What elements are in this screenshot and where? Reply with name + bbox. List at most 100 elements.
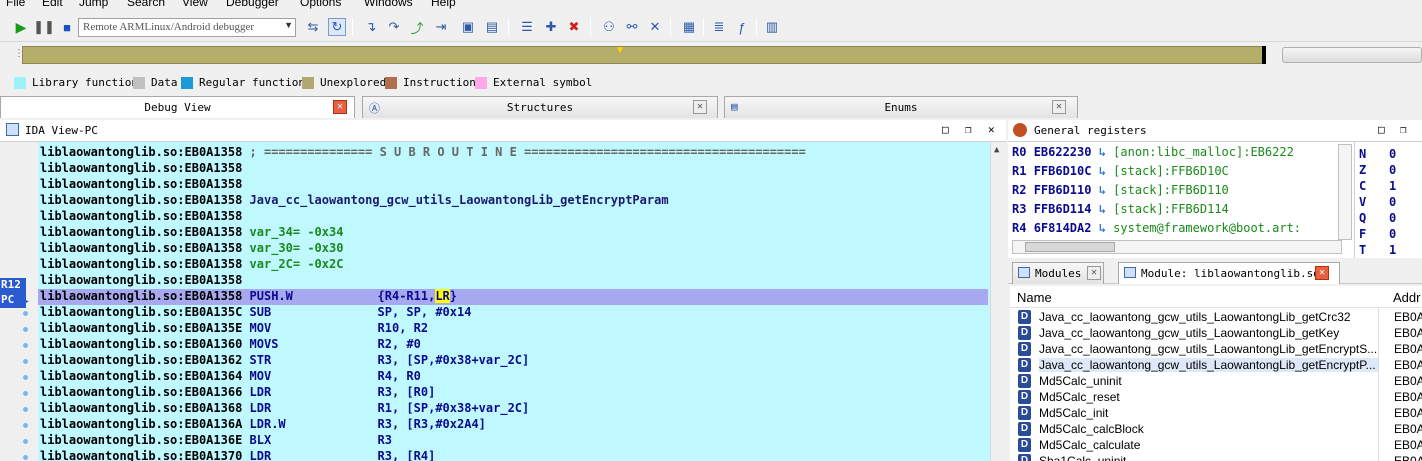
navigation-bar[interactable]: ▼: [22, 45, 1266, 64]
module-icon[interactable]: ▦: [680, 18, 698, 36]
chevron-up-icon[interactable]: ▲: [994, 145, 999, 155]
tracing-icon[interactable]: ⚇: [600, 18, 618, 36]
code-line[interactable]: liblaowantonglib.so:EB0A1358: [40, 209, 242, 225]
list-item[interactable]: D Java_cc_laowantong_gcw_utils_Laowantong…: [1010, 341, 1422, 357]
breakpoint-dot[interactable]: [23, 311, 28, 316]
current-instruction-line[interactable]: liblaowantonglib.so:EB0A1358 PUSH.W {R4-R…: [38, 289, 988, 305]
add-breakpoint-icon[interactable]: ✚: [542, 18, 560, 36]
vertical-scrollbar[interactable]: ▲: [990, 142, 1006, 461]
menu-edit[interactable]: Edit: [42, 0, 63, 9]
registers-vertical-scrollbar[interactable]: [1338, 144, 1352, 240]
register-row[interactable]: R3 FFB6D114 ↳ [stack]:FFB6D114: [1012, 202, 1229, 218]
jump-arrow-icon[interactable]: ↳: [1099, 183, 1113, 197]
tab-modules[interactable]: Modules ✕: [1012, 262, 1104, 284]
list-item[interactable]: D Sha1Calc_uninit EB0A: [1010, 453, 1422, 461]
list-item[interactable]: D Md5Calc_uninit EB0A: [1010, 373, 1422, 389]
code-line[interactable]: liblaowantonglib.so:EB0A1370 LDR R3, [R4]: [40, 449, 435, 461]
code-line[interactable]: liblaowantonglib.so:EB0A136E BLX R3: [40, 433, 392, 449]
close-icon[interactable]: ✕: [1052, 100, 1066, 114]
debugger-select[interactable]: Remote ARMLinux/Android debugger ▼: [78, 18, 296, 37]
register-row[interactable]: R0 EB622230 ↳ [anon:libc_malloc]:EB6222: [1012, 145, 1294, 161]
flag-row[interactable]: T1: [1359, 243, 1396, 258]
window-icon[interactable]: ▣: [459, 18, 477, 36]
restore-icon[interactable]: ❐: [965, 123, 972, 136]
tab-structures[interactable]: Ⓐ Structures ✕: [362, 96, 718, 118]
breakpoint-dot[interactable]: [23, 343, 28, 348]
code-line[interactable]: liblaowantonglib.so:EB0A135E MOV R10, R2: [40, 321, 428, 337]
column-header-address[interactable]: Addr: [1393, 290, 1420, 305]
list-item[interactable]: D Java_cc_laowantong_gcw_utils_Laowantong…: [1010, 309, 1422, 325]
navigation-scrollbar[interactable]: [1282, 47, 1422, 63]
code-line[interactable]: liblaowantonglib.so:EB0A1366 LDR R3, [R0]: [40, 385, 435, 401]
trace-add-icon[interactable]: ⚯: [623, 18, 641, 36]
play-icon[interactable]: ▶: [12, 18, 30, 36]
registers-horizontal-scrollbar[interactable]: [1012, 240, 1342, 254]
continue-icon[interactable]: ↻: [328, 18, 346, 36]
jump-arrow-icon[interactable]: ↳: [1099, 202, 1113, 216]
breakpoint-dot[interactable]: [23, 439, 28, 444]
breakpoint-dot[interactable]: [23, 375, 28, 380]
code-line[interactable]: liblaowantonglib.so:EB0A1358 Java_cc_lao…: [40, 193, 669, 209]
list-item[interactable]: D Md5Calc_calcBlock EB0A: [1010, 421, 1422, 437]
function-icon[interactable]: ƒ: [733, 18, 751, 36]
list-item[interactable]: D Md5Calc_reset EB0A: [1010, 389, 1422, 405]
run-until-return-icon[interactable]: ⤴: [408, 18, 426, 36]
register-row[interactable]: R2 FFB6D110 ↳ [stack]:FFB6D110: [1012, 183, 1229, 199]
menu-help[interactable]: Help: [431, 0, 456, 9]
breakpoint-dot[interactable]: [23, 407, 28, 412]
registers-panel[interactable]: N0Z0C1V0Q0F0T1 R0 EB622230 ↳ [anon:libc_…: [1008, 142, 1422, 258]
jump-arrow-icon[interactable]: ↳: [1099, 145, 1113, 159]
tab-enums[interactable]: ▤ Enums ✕: [724, 96, 1078, 118]
code-line[interactable]: liblaowantonglib.so:EB0A1358 var_34= -0x…: [40, 225, 343, 241]
flag-row[interactable]: C1: [1359, 179, 1396, 195]
delete-breakpoint-icon[interactable]: ✖: [565, 18, 583, 36]
flag-row[interactable]: V0: [1359, 195, 1396, 211]
tab-debug-view[interactable]: Debug View ✕: [0, 96, 355, 118]
code-line[interactable]: liblaowantonglib.so:EB0A136A LDR.W R3, [R…: [40, 417, 486, 433]
tab-module-detail[interactable]: Module: liblaowantonglib.so ✕: [1118, 262, 1340, 284]
attach-icon[interactable]: ⇆: [304, 18, 322, 36]
step-into-icon[interactable]: ↴: [362, 18, 380, 36]
menu-options[interactable]: Options: [300, 0, 341, 9]
disassembly-view[interactable]: R12 PC ▸ ▲ liblaowantonglib.so:EB0A1358 …: [0, 142, 1006, 461]
code-line[interactable]: liblaowantonglib.so:EB0A1358: [40, 177, 242, 193]
flag-row[interactable]: N0: [1359, 147, 1396, 163]
code-line[interactable]: liblaowantonglib.so:EB0A1362 STR R3, [SP,…: [40, 353, 529, 369]
structure-icon[interactable]: ▥: [763, 18, 781, 36]
minimize-icon[interactable]: □: [1378, 123, 1385, 136]
close-icon[interactable]: ✕: [1315, 266, 1329, 280]
code-line[interactable]: liblaowantonglib.so:EB0A1358: [40, 161, 242, 177]
menu-debugger[interactable]: Debugger: [226, 0, 279, 9]
list-item[interactable]: D Md5Calc_init EB0A: [1010, 405, 1422, 421]
list-item[interactable]: D Md5Calc_calculate EB0A: [1010, 437, 1422, 453]
code-line[interactable]: liblaowantonglib.so:EB0A135C SUB SP, SP, …: [40, 305, 471, 321]
code-line[interactable]: liblaowantonglib.so:EB0A1368 LDR R1, [SP,…: [40, 401, 529, 417]
breakpoint-dot[interactable]: [23, 359, 28, 364]
code-line[interactable]: liblaowantonglib.so:EB0A1364 MOV R4, R0: [40, 369, 421, 385]
menu-jump[interactable]: Jump: [79, 0, 108, 9]
minimize-icon[interactable]: □: [942, 123, 949, 136]
code-line[interactable]: liblaowantonglib.so:EB0A1358 var_2C= -0x…: [40, 257, 343, 273]
breakpoint-dot[interactable]: [23, 391, 28, 396]
breakpoint-dot[interactable]: [23, 455, 28, 460]
register-row[interactable]: R1 FFB6D10C ↳ [stack]:FFB6D10C: [1012, 164, 1229, 180]
flag-row[interactable]: F0: [1359, 227, 1396, 243]
column-header-name[interactable]: Name: [1017, 290, 1052, 305]
scrollbar-thumb[interactable]: [1025, 242, 1115, 252]
restore-icon[interactable]: ❐: [1400, 123, 1407, 136]
breakpoint-dot[interactable]: [23, 423, 28, 428]
trace-delete-icon[interactable]: ✕: [646, 18, 664, 36]
code-line[interactable]: liblaowantonglib.so:EB0A1358 var_30= -0x…: [40, 241, 343, 257]
flag-row[interactable]: Z0: [1359, 163, 1396, 179]
run-to-cursor-icon[interactable]: ⇥: [432, 18, 450, 36]
close-icon[interactable]: ✕: [988, 123, 995, 136]
register-row[interactable]: R4 6F814DA2 ↳ system@framework@boot.art:: [1012, 221, 1301, 237]
jump-arrow-icon[interactable]: ↳: [1099, 221, 1113, 235]
flag-row[interactable]: Q0: [1359, 211, 1396, 227]
code-line[interactable]: liblaowantonglib.so:EB0A1360 MOVS R2, #0: [40, 337, 421, 353]
breakpoint-dot[interactable]: [23, 327, 28, 332]
list-item[interactable]: D Java_cc_laowantong_gcw_utils_Laowantong…: [1010, 325, 1422, 341]
code-line[interactable]: liblaowantonglib.so:EB0A1358: [40, 273, 242, 289]
jump-arrow-icon[interactable]: ↳: [1099, 164, 1113, 178]
step-over-icon[interactable]: ↷: [385, 18, 403, 36]
